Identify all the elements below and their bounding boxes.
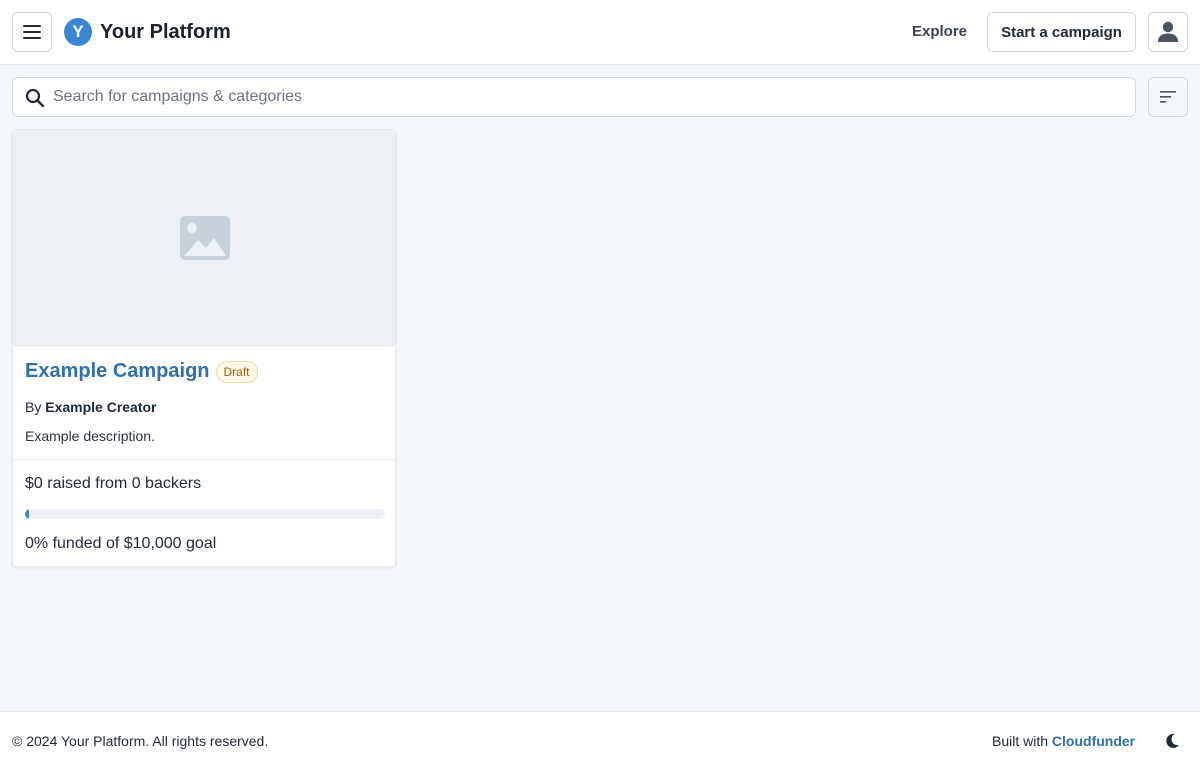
menu-button[interactable] <box>12 12 52 52</box>
start-campaign-button[interactable]: Start a campaign <box>987 12 1136 52</box>
user-menu-button[interactable] <box>1148 12 1188 52</box>
built-with-text: Built with Cloudfunder <box>992 733 1135 749</box>
campaign-title-link[interactable]: Example Campaign <box>25 360 210 383</box>
raised-summary: $0 raised from 0 backers <box>25 475 202 492</box>
brand-name: Your Platform <box>100 20 231 43</box>
brand-logo: Y <box>64 18 92 46</box>
theme-toggle-button[interactable] <box>1162 731 1182 751</box>
card-divider <box>13 459 395 460</box>
sort-filter-button[interactable] <box>1148 77 1188 117</box>
image-placeholder-icon <box>180 215 230 260</box>
user-icon <box>1158 21 1178 42</box>
cloudfunder-link[interactable]: Cloudfunder <box>1052 733 1135 749</box>
campaign-description: Example description. <box>25 428 155 444</box>
brand[interactable]: Y Your Platform <box>64 18 231 46</box>
search-bar <box>12 77 1136 117</box>
campaign-image-placeholder[interactable] <box>13 130 395 346</box>
creator-name: Example Creator <box>45 399 157 415</box>
built-with-prefix: Built with <box>992 733 1049 749</box>
funding-progress-fill <box>25 509 29 519</box>
funded-summary: 0% funded of $10,000 goal <box>25 535 217 552</box>
funding-progress-bar <box>25 509 385 519</box>
explore-link[interactable]: Explore <box>912 23 967 40</box>
sort-filter-icon <box>1160 91 1176 103</box>
moon-icon <box>1166 733 1179 748</box>
creator-prefix: By <box>25 399 42 415</box>
search-icon <box>25 88 45 108</box>
campaign-card[interactable]: Example Campaign Draft By Example Creato… <box>12 129 396 567</box>
search-input[interactable] <box>53 78 1123 116</box>
status-badge: Draft <box>215 360 258 383</box>
copyright-text: © 2024 Your Platform. All rights reserve… <box>12 733 269 749</box>
app-footer: © 2024 Your Platform. All rights reserve… <box>0 711 1200 768</box>
hamburger-icon <box>23 25 41 39</box>
campaign-creator: By Example Creator <box>25 399 157 415</box>
card-title-row: Example Campaign Draft <box>25 360 258 383</box>
app-header: Y Your Platform Explore Start a campaign <box>0 0 1200 65</box>
